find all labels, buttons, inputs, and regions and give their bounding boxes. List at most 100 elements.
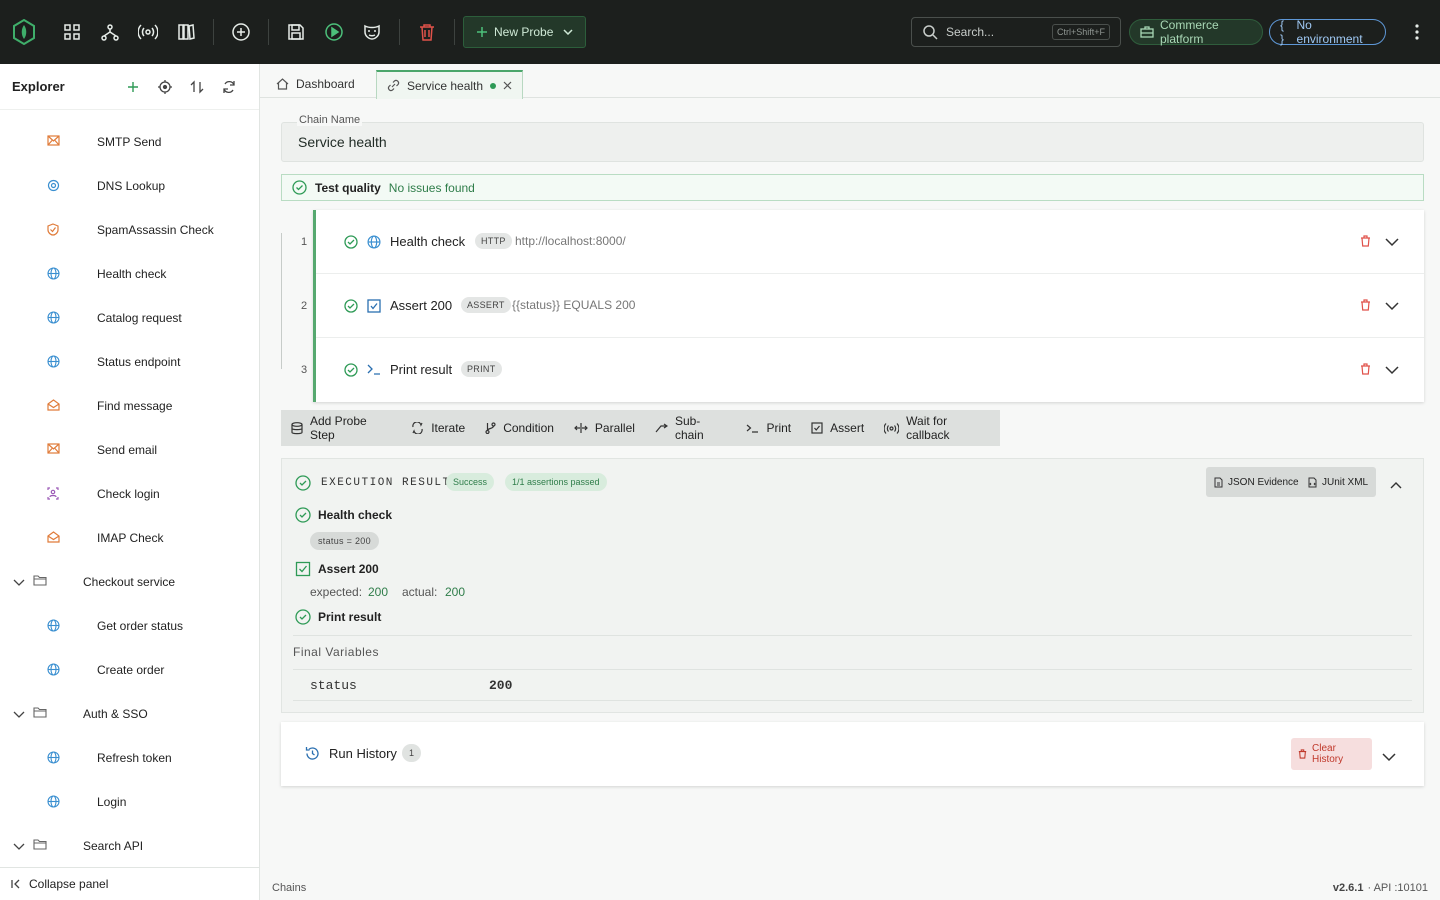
mask-icon[interactable] [353, 13, 391, 51]
tree-folder[interactable]: Search API [0, 824, 259, 868]
tree-item[interactable]: Get order status [0, 604, 259, 648]
chevron-down-icon[interactable] [13, 708, 25, 722]
tree-folder[interactable]: Auth & SSO [0, 692, 259, 736]
broadcast-icon[interactable] [129, 13, 167, 51]
clear-history-button[interactable]: Clear History [1291, 738, 1372, 770]
add-icon[interactable] [120, 74, 146, 100]
parallel-button[interactable]: Parallel [564, 410, 645, 446]
run-icon[interactable] [315, 13, 353, 51]
tree-item[interactable]: Create order [0, 648, 259, 692]
tree-item[interactable]: Health check [0, 252, 259, 296]
save-icon[interactable] [277, 13, 315, 51]
branch-icon [485, 422, 496, 434]
check-circle-icon [292, 180, 307, 195]
junit-xml-button[interactable]: JUnit XML [1300, 467, 1377, 497]
wait-for-callback-button[interactable]: Wait for callback [874, 410, 1000, 446]
tree-item[interactable]: Check login [0, 472, 259, 516]
tree-folder-label: Auth & SSO [83, 707, 148, 721]
app-logo-icon[interactable] [5, 13, 43, 51]
tab-dashboard[interactable]: Dashboard [266, 70, 365, 98]
explorer-tree: SMTP Send DNS Lookup SpamAssassin Check … [0, 120, 259, 868]
sub-chain-button[interactable]: Sub-chain [645, 410, 737, 446]
database-icon [291, 421, 303, 435]
mail-icon [47, 135, 60, 149]
chevron-down-icon[interactable] [13, 840, 25, 854]
tree-folder[interactable]: Checkout service [0, 560, 259, 604]
tree-item-label: Find message [97, 399, 173, 413]
tree-item[interactable]: SpamAssassin Check [0, 208, 259, 252]
tree-item[interactable]: SMTP Send [0, 120, 259, 164]
trash-icon[interactable] [1360, 299, 1371, 314]
add-circle-icon[interactable] [222, 13, 260, 51]
step-row[interactable]: 2 Assert 200 ASSERT {{status}} EQUALS 20… [301, 274, 1424, 338]
footer-api: · API :10101 [1367, 882, 1428, 894]
tree-item-label: Check login [97, 487, 160, 501]
more-menu-icon[interactable] [1404, 20, 1430, 44]
tree-item[interactable]: Send email [0, 428, 259, 472]
chevron-down-icon[interactable] [13, 576, 25, 590]
clear-history-label: Clear History [1312, 743, 1344, 765]
step-name: Assert 200 [390, 298, 453, 313]
trash-icon[interactable] [1360, 235, 1371, 250]
check-circle-icon [344, 363, 358, 380]
json-evidence-button[interactable]: JSON Evidence [1206, 467, 1307, 497]
refresh-icon[interactable] [216, 74, 242, 100]
divider [399, 19, 400, 45]
run-history-panel[interactable]: Run History 1 Clear History [281, 722, 1424, 786]
check-circle-icon [295, 609, 311, 625]
add-probe-step-button[interactable]: Add Probe Step [291, 410, 401, 446]
globe-icon [47, 311, 60, 327]
collapse-left-icon [11, 879, 21, 889]
tree-item[interactable]: Login [0, 780, 259, 824]
chevron-down-icon[interactable] [1385, 235, 1399, 250]
split-arrows-icon [574, 423, 588, 433]
condition-button[interactable]: Condition [475, 410, 564, 446]
tab-service-health[interactable]: Service health [376, 70, 524, 99]
iterate-button[interactable]: Iterate [401, 410, 475, 446]
tree-item-label: DNS Lookup [97, 179, 166, 193]
tree-item[interactable]: Find message [0, 384, 259, 428]
chevron-down-icon[interactable] [1385, 299, 1399, 314]
actual-value: 200 [445, 585, 466, 599]
quality-status: No issues found [388, 180, 475, 195]
chevron-down-icon[interactable] [1385, 363, 1399, 378]
collapse-panel-button[interactable]: Collapse panel [0, 867, 259, 900]
tree-item[interactable]: DNS Lookup [0, 164, 259, 208]
toolbar-label: Add Probe Step [310, 414, 367, 442]
library-icon[interactable] [167, 13, 205, 51]
chain-name-field[interactable]: Service health [281, 122, 1424, 162]
new-probe-button[interactable]: New Probe [463, 16, 587, 48]
actual-label: actual: [402, 585, 438, 599]
tree-item[interactable]: IMAP Check [0, 516, 259, 560]
delete-icon[interactable] [408, 13, 446, 51]
search-shortcut: Ctrl+Shift+F [1051, 24, 1110, 40]
tree-item[interactable]: Refresh token [0, 736, 259, 780]
tree-item[interactable]: Catalog request [0, 296, 259, 340]
target-icon[interactable] [152, 74, 178, 100]
tree-item[interactable]: Status endpoint [0, 340, 259, 384]
chevron-up-icon[interactable] [1390, 477, 1402, 492]
check-circle-icon [344, 235, 358, 252]
checkbox-icon [811, 422, 823, 434]
run-count-badge: 1 [402, 744, 422, 762]
fork-icon[interactable] [91, 13, 129, 51]
tree-item-label: SpamAssassin Check [97, 223, 214, 237]
environment-selector[interactable]: { } No environment [1269, 18, 1386, 46]
assert-button[interactable]: Assert [801, 410, 874, 446]
grid-icon[interactable] [53, 13, 91, 51]
trash-icon[interactable] [1360, 363, 1371, 378]
step-name: Print result [390, 362, 453, 377]
search-input[interactable]: Search... Ctrl+Shift+F [911, 17, 1121, 47]
close-icon[interactable] [503, 81, 512, 90]
step-row[interactable]: 1 Health check HTTP http://localhost:800… [301, 210, 1424, 274]
workspace-selector[interactable]: Commerce platform [1129, 18, 1263, 46]
toolbar-label: Iterate [431, 421, 466, 435]
json-evidence-label: JSON Evidence [1228, 476, 1299, 488]
sort-icon[interactable] [184, 74, 210, 100]
new-probe-label: New Probe [494, 25, 554, 39]
print-button[interactable]: Print [736, 410, 801, 446]
explorer-title: Explorer [12, 79, 65, 94]
step-row[interactable]: 3 Print result PRINT [301, 338, 1424, 402]
globe-icon [47, 751, 60, 767]
chevron-down-icon[interactable] [1382, 750, 1396, 765]
